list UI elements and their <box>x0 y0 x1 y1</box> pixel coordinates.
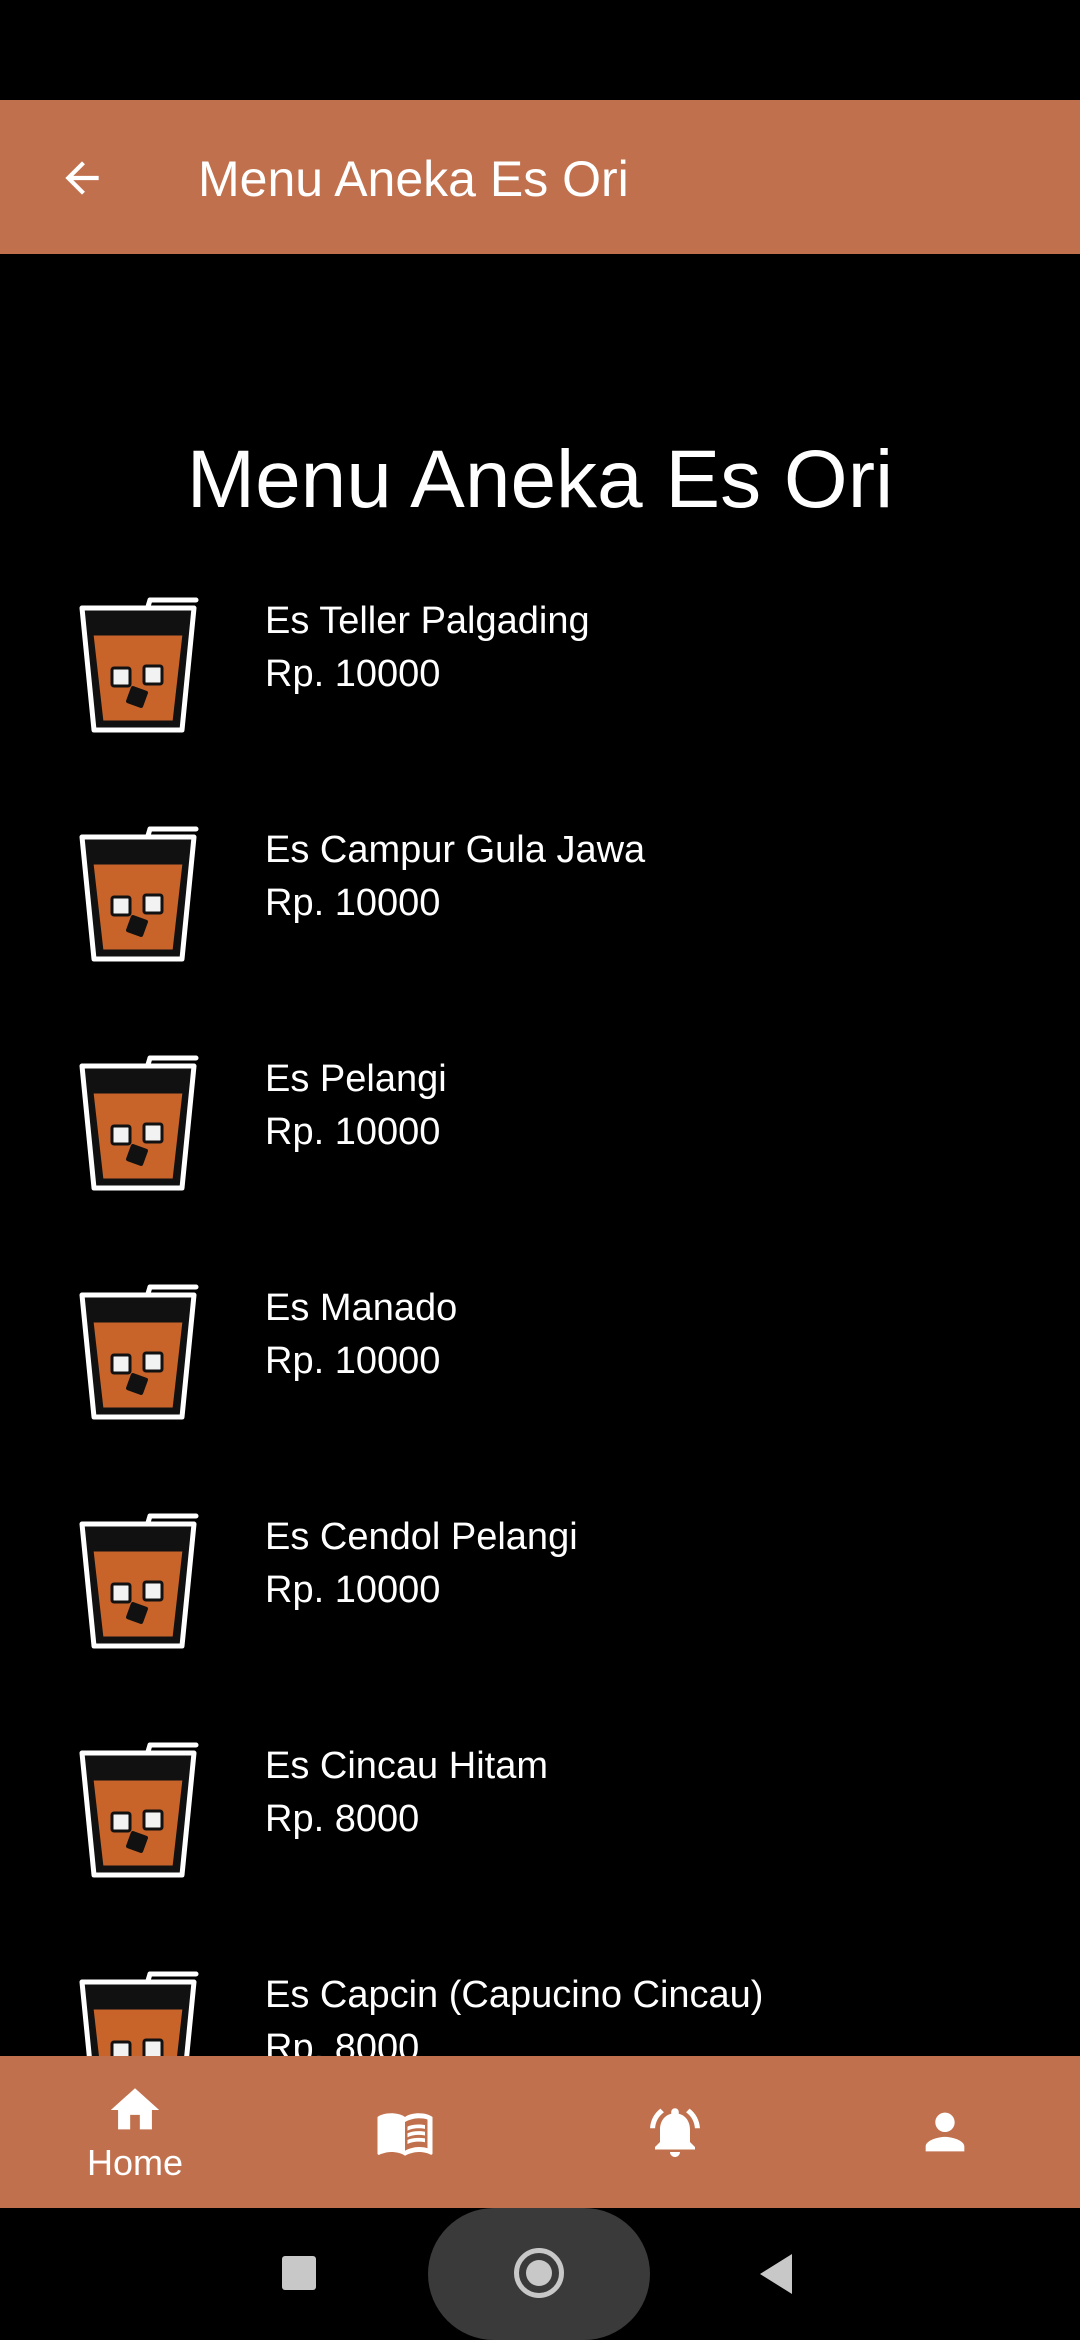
iced-drink-icon <box>78 1968 204 2056</box>
item-price: Rp. 10000 <box>265 1569 441 1611</box>
iced-drink-icon <box>78 1281 204 1421</box>
home-icon <box>105 2080 165 2140</box>
item-price: Rp. 8000 <box>265 2027 420 2056</box>
menu-item[interactable]: Es Cendol Pelangi Rp. 10000 <box>0 1510 1080 1739</box>
person-icon <box>915 2102 975 2162</box>
back-button[interactable] <box>44 140 120 216</box>
item-name: Es Pelangi <box>265 1058 447 1100</box>
iced-drink-icon <box>78 823 204 963</box>
item-name: Es Campur Gula Jawa <box>265 829 646 871</box>
menu-item[interactable]: Es Teller Palgading Rp. 10000 <box>0 594 1080 823</box>
iced-drink-icon <box>78 1510 204 1650</box>
iced-drink-icon <box>78 1052 204 1192</box>
arrow-left-icon <box>65 161 99 195</box>
page-heading: Menu Aneka Es Ori <box>186 434 894 525</box>
system-back-button[interactable] <box>760 2254 792 2294</box>
bell-icon <box>645 2102 705 2162</box>
item-price: Rp. 10000 <box>265 653 441 695</box>
nav-notifications[interactable] <box>540 2056 810 2208</box>
item-name: Es Cendol Pelangi <box>265 1516 578 1558</box>
item-price: Rp. 10000 <box>265 1111 441 1153</box>
iced-drink-icon <box>78 594 204 734</box>
iced-drink-icon <box>78 1739 204 1879</box>
item-name: Es Capcin (Capucino Cincau) <box>265 1974 764 2016</box>
status-bar <box>0 0 1080 100</box>
recent-apps-button[interactable] <box>282 2256 316 2290</box>
book-icon <box>375 2102 435 2162</box>
nav-menu[interactable] <box>270 2056 540 2208</box>
item-name: Es Manado <box>265 1287 458 1329</box>
bottom-navigation: Home <box>0 2056 1080 2208</box>
item-name: Es Cincau Hitam <box>265 1745 548 1787</box>
menu-item[interactable]: Es Cincau Hitam Rp. 8000 <box>0 1739 1080 1968</box>
nav-home-label: Home <box>86 2142 184 2183</box>
menu-item[interactable]: Es Pelangi Rp. 10000 <box>0 1052 1080 1281</box>
menu-content[interactable]: Menu Aneka Es Ori Es Teller Palgading Rp… <box>0 254 1080 2056</box>
item-name: Es Teller Palgading <box>265 600 590 642</box>
system-home-button[interactable] <box>514 2248 564 2298</box>
item-price: Rp. 10000 <box>265 882 441 924</box>
app-bar-title: Menu Aneka Es Ori <box>198 151 629 207</box>
nav-home[interactable]: Home <box>0 2056 270 2208</box>
system-navigation-bar <box>0 2208 1080 2340</box>
menu-list[interactable]: Es Teller Palgading Rp. 10000 Es Campur … <box>0 594 1080 2056</box>
menu-item[interactable]: Es Manado Rp. 10000 <box>0 1281 1080 1510</box>
app-bar: Menu Aneka Es Ori <box>0 100 1080 254</box>
menu-item[interactable]: Es Capcin (Capucino Cincau) Rp. 8000 <box>0 1968 1080 2056</box>
item-price: Rp. 8000 <box>265 1798 420 1840</box>
item-price: Rp. 10000 <box>265 1340 441 1382</box>
menu-item[interactable]: Es Campur Gula Jawa Rp. 10000 <box>0 823 1080 1052</box>
nav-profile[interactable] <box>810 2056 1080 2208</box>
